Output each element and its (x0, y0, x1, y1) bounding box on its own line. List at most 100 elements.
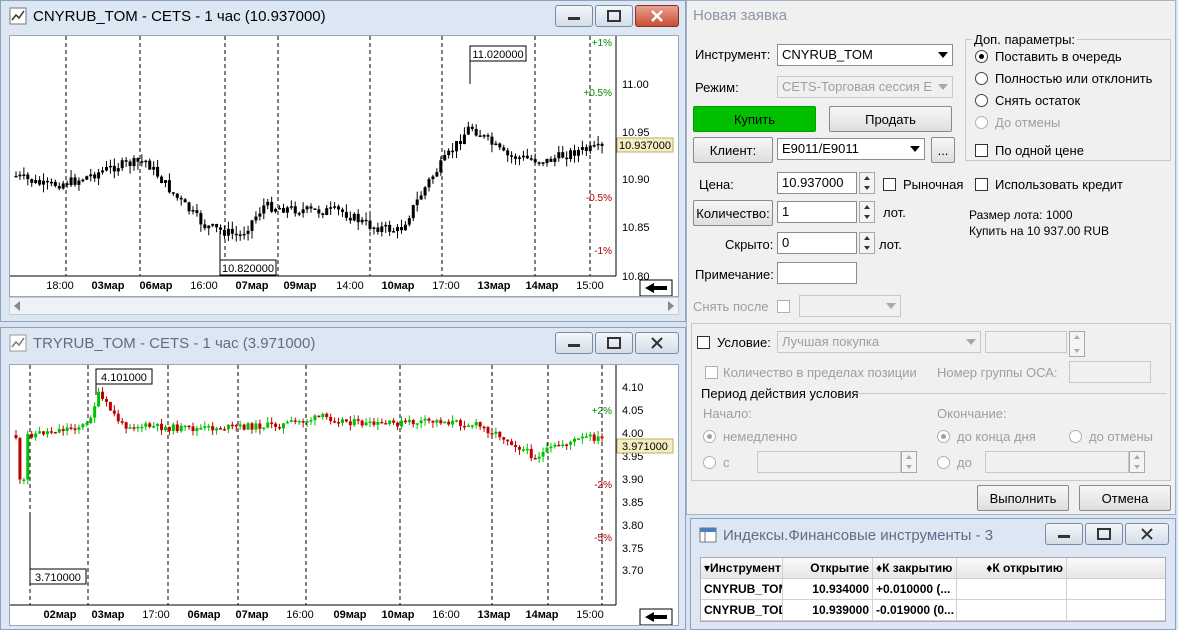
column-header[interactable]: ▾ Инструмент (701, 558, 783, 578)
period-title: Период действия условия (701, 386, 859, 401)
condition-select[interactable]: Лучшая покупка (777, 331, 981, 353)
fill-or-kill-label: Полностью или отклонить (995, 71, 1153, 86)
condition-price-input[interactable] (985, 331, 1067, 353)
price-tick: 3.90 (622, 474, 643, 486)
table-row[interactable]: CNYRUB_TOM 10.934000 +0.010000 (... (701, 579, 1165, 600)
remove-rest-radio[interactable] (975, 94, 988, 107)
execute-button[interactable]: Выполнить (977, 485, 1069, 511)
scroll-right-icon[interactable] (668, 301, 674, 311)
price-input[interactable]: 10.937000 (777, 172, 857, 194)
price-tick: 3.75 (622, 543, 643, 555)
chart-window-cnyrub[interactable]: CNYRUB_TOM - CETS - 1 час (10.937000) 11… (0, 0, 686, 322)
candle-body (325, 208, 329, 216)
price-chart[interactable]: 4.10 4.05 4.00 3.95 3.90 3.85 3.80 3.75 3.70 +2% -… (9, 364, 679, 626)
quantity-spinner[interactable] (859, 201, 875, 223)
quantity-button[interactable]: Количество: (693, 200, 773, 226)
price-spinner[interactable] (859, 172, 875, 194)
start-datetime-spinner[interactable] (901, 451, 917, 473)
end-until-radio[interactable] (937, 456, 950, 469)
percent-tick: -0.5% (586, 193, 612, 204)
mode-select[interactable]: CETS-Торговая сессия Е (777, 76, 953, 98)
condition-checkbox[interactable] (697, 336, 710, 349)
remove-after-select[interactable] (799, 295, 901, 317)
candle-body (580, 147, 584, 150)
new-order-dialog[interactable]: Новая заявка Инструмент: CNYRUB_TOM Режи… (686, 0, 1176, 515)
until-cancel-radio[interactable] (975, 116, 988, 129)
candle-body (258, 423, 262, 429)
minimize-button[interactable] (555, 5, 593, 27)
queue-radio[interactable] (975, 50, 988, 63)
use-credit-checkbox[interactable] (975, 178, 988, 191)
close-button[interactable] (635, 332, 679, 354)
instruments-table[interactable]: ▾ Инструмент Открытие ♦ К закрытию ♦ К откр… (700, 557, 1166, 622)
queue-label: Поставить в очередь (995, 49, 1122, 64)
time-tick: 15:00 (576, 280, 604, 292)
start-from-radio[interactable] (703, 456, 716, 469)
table-row[interactable]: CNYRUB_TOD 10.939000 -0.019000 (0... (701, 600, 1165, 621)
chart-title: TRYRUB_TOM - CETS - 1 час (3.971000) (33, 334, 316, 352)
market-label: Рыночная (903, 177, 964, 192)
fill-or-kill-radio[interactable] (975, 72, 988, 85)
end-datetime-spinner[interactable] (1129, 451, 1145, 473)
candle-body (541, 451, 545, 457)
candle-body (439, 160, 443, 173)
start-datetime-input[interactable] (757, 451, 901, 473)
note-input[interactable] (777, 262, 857, 284)
period-divider (855, 393, 1167, 394)
chart-scrollbar[interactable] (9, 297, 679, 315)
scroll-left-icon[interactable] (14, 301, 20, 311)
close-button[interactable] (1125, 523, 1169, 545)
candle-body (592, 434, 596, 441)
candle-body (49, 431, 53, 433)
candle-body (565, 444, 569, 446)
client-button[interactable]: Клиент: (693, 137, 773, 163)
candle-body (458, 141, 462, 145)
remove-rest-label: Снять остаток (995, 93, 1081, 108)
end-datetime-input[interactable] (985, 451, 1129, 473)
maximize-button[interactable] (1085, 523, 1123, 545)
qty-in-position-checkbox[interactable] (705, 366, 718, 379)
sell-button[interactable]: Продать (829, 106, 952, 132)
price-chart[interactable]: 11.00 10.95 10.90 10.85 10.80 +1% +0.5% -0.5% -1… (9, 35, 679, 297)
instrument-select[interactable]: CNYRUB_TOM (777, 44, 953, 66)
hidden-spinner[interactable] (859, 232, 875, 254)
client-select[interactable]: E9011/E9011 (777, 138, 925, 160)
close-icon (1141, 528, 1153, 540)
buy-button[interactable]: Купить (693, 106, 816, 132)
chart-window-tryrub[interactable]: TRYRUB_TOM - CETS - 1 час (3.971000) 4.1… (0, 327, 686, 630)
candle-body (234, 233, 238, 236)
single-price-checkbox[interactable] (975, 144, 988, 157)
quantity-input[interactable]: 1 (777, 201, 857, 223)
column-header[interactable]: ♦ К открытию (957, 558, 1067, 578)
candle-body (163, 426, 167, 431)
oca-group-input[interactable] (1069, 361, 1151, 383)
extra-params-title: Доп. параметры: (972, 32, 1078, 47)
start-now-radio[interactable] (703, 430, 716, 443)
quantity-unit: лот. (883, 205, 906, 220)
close-button[interactable] (635, 5, 679, 27)
candle-body (222, 429, 226, 431)
market-checkbox[interactable] (883, 178, 896, 191)
end-cancel-radio[interactable] (1069, 430, 1082, 443)
candle-body (455, 141, 459, 152)
maximize-button[interactable] (595, 332, 633, 354)
candle-body (525, 448, 529, 451)
minimize-button[interactable] (1045, 523, 1083, 545)
column-header[interactable]: Открытие (783, 558, 873, 578)
candle-body (588, 434, 592, 437)
maximize-button[interactable] (595, 5, 633, 27)
candle-body (104, 398, 108, 402)
maximize-icon (607, 10, 621, 22)
chart-icon (9, 334, 27, 352)
candle-body (423, 187, 427, 196)
candle-body (160, 176, 164, 183)
hidden-input[interactable]: 0 (777, 232, 857, 254)
candle-body (364, 219, 368, 222)
remove-after-checkbox[interactable] (777, 300, 790, 313)
client-more-button[interactable]: ... (931, 137, 955, 163)
column-header[interactable]: ♦ К закрытию (873, 558, 957, 578)
condition-price-spinner[interactable] (1069, 331, 1085, 357)
end-day-radio[interactable] (937, 430, 950, 443)
cancel-button[interactable]: Отмена (1079, 485, 1171, 511)
minimize-button[interactable] (555, 332, 593, 354)
